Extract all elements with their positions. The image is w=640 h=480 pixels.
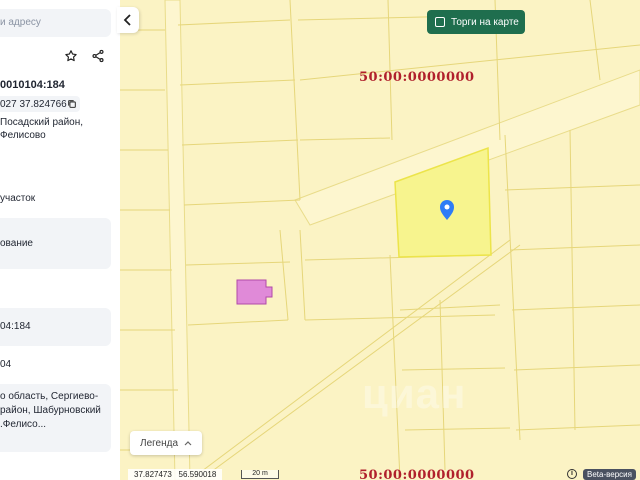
sidebar-panel: и адресу 0010104:184 027 37.824766 Посад…	[0, 0, 120, 480]
category-value: участок	[0, 193, 36, 204]
collapse-sidebar-button[interactable]	[117, 7, 139, 33]
checkbox-icon[interactable]	[435, 17, 445, 27]
info-icon[interactable]: i	[567, 469, 577, 479]
legend-label: Легенда	[140, 437, 179, 449]
number-value: 04:184	[0, 321, 31, 332]
star-icon[interactable]	[61, 46, 81, 66]
search-input[interactable]: и адресу	[0, 9, 111, 37]
cadastral-quarter-label: 50:00:0000000	[359, 70, 475, 85]
chevron-left-icon	[123, 14, 131, 26]
scale-bar: 20 m	[241, 470, 279, 479]
watermark-logo: циан	[362, 370, 467, 417]
status-bar: 37.827473 56.590018 20 m i Beta-версия	[128, 469, 640, 480]
chevron-up-icon	[184, 441, 192, 446]
full-address-card: о область, Сергиево- район, Шабурновский…	[0, 384, 111, 452]
full-address-line: о область, Сергиево-	[0, 391, 99, 402]
map-canvas[interactable]: 50:00:0000000 50:00:0000000 циан	[120, 0, 640, 480]
cursor-coordinates: 37.827473 56.590018	[128, 469, 223, 480]
address-line: Фелисово	[0, 130, 46, 141]
latitude: 56.590018	[178, 470, 217, 479]
longitude: 37.827473	[134, 470, 172, 479]
full-address-line: .Фелисо...	[0, 419, 47, 430]
short-value: 04	[0, 359, 12, 370]
usage-value: ование	[0, 238, 33, 249]
cadastral-number: 0010104:184	[0, 79, 65, 91]
copy-icon[interactable]	[62, 94, 82, 114]
auctions-toggle-button[interactable]: Торги на карте	[427, 10, 525, 34]
coords-text: 027 37.824766	[0, 99, 67, 110]
auctions-toggle-label: Торги на карте	[451, 16, 519, 28]
share-icon[interactable]	[88, 46, 108, 66]
beta-badge: Beta-версия	[583, 469, 636, 480]
legend-button[interactable]: Легенда	[130, 431, 202, 455]
search-placeholder: и адресу	[0, 17, 41, 28]
address-line: Посадский район,	[0, 117, 84, 128]
number-card: 04:184	[0, 308, 111, 346]
full-address-line: район, Шабурновский	[0, 405, 101, 416]
usage-card: ование	[0, 218, 111, 269]
